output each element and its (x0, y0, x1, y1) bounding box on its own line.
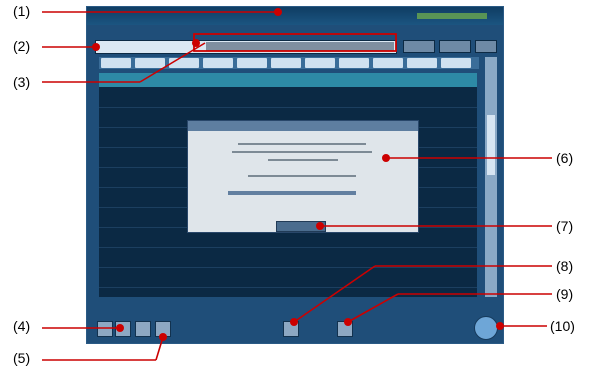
dialog-button[interactable] (276, 221, 326, 232)
bottom-button-4b[interactable] (115, 321, 131, 337)
callout-10: (10) (550, 318, 575, 334)
table-row[interactable] (99, 247, 477, 248)
tab-9[interactable] (373, 58, 403, 68)
search-range-box[interactable] (206, 42, 394, 51)
bottom-button-9[interactable] (337, 321, 353, 337)
exit-button[interactable] (474, 316, 498, 340)
tab-6[interactable] (271, 58, 301, 68)
tab-10[interactable] (407, 58, 437, 68)
tab-11[interactable] (441, 58, 471, 68)
tab-4[interactable] (203, 58, 233, 68)
bottom-button-4a[interactable] (97, 321, 113, 337)
filter-bar[interactable] (95, 40, 397, 54)
callout-7: (7) (556, 218, 574, 234)
table-row[interactable] (99, 287, 477, 288)
callout-9: (9) (556, 286, 574, 302)
callout-5: (5) (13, 350, 31, 366)
filter-button-2[interactable] (439, 40, 471, 53)
dialog-message-line (248, 175, 356, 177)
bottom-button-5[interactable] (135, 321, 151, 337)
callout-1: (1) (13, 3, 31, 19)
tab-5[interactable] (237, 58, 267, 68)
callout-6: (6) (556, 150, 574, 166)
callout-3: (3) (13, 74, 31, 90)
title-bar (87, 7, 503, 25)
vertical-scrollbar[interactable] (485, 57, 497, 297)
callout-4: (4) (13, 318, 31, 334)
scroll-thumb[interactable] (487, 115, 495, 175)
callout-8: (8) (556, 258, 574, 274)
message-dialog (187, 120, 419, 233)
tab-2[interactable] (135, 58, 165, 68)
status-indicator (417, 13, 487, 19)
progress-bar (228, 191, 356, 195)
bottom-button-8[interactable] (283, 321, 299, 337)
list-header (99, 73, 477, 87)
filter-button-3[interactable] (475, 40, 497, 53)
dialog-title-bar (188, 121, 418, 131)
tab-8[interactable] (339, 58, 369, 68)
tab-strip (99, 57, 479, 69)
dialog-message-line (268, 159, 338, 161)
table-row[interactable] (99, 267, 477, 268)
table-row[interactable] (99, 107, 477, 108)
application-screen (86, 6, 504, 344)
tab-7[interactable] (305, 58, 335, 68)
dialog-message-line (232, 151, 372, 153)
callout-2: (2) (13, 38, 31, 54)
dialog-message-line (238, 143, 366, 145)
bottom-button-5b[interactable] (155, 321, 171, 337)
tab-3[interactable] (169, 58, 199, 68)
filter-button-1[interactable] (403, 40, 435, 53)
tab-1[interactable] (101, 58, 131, 68)
